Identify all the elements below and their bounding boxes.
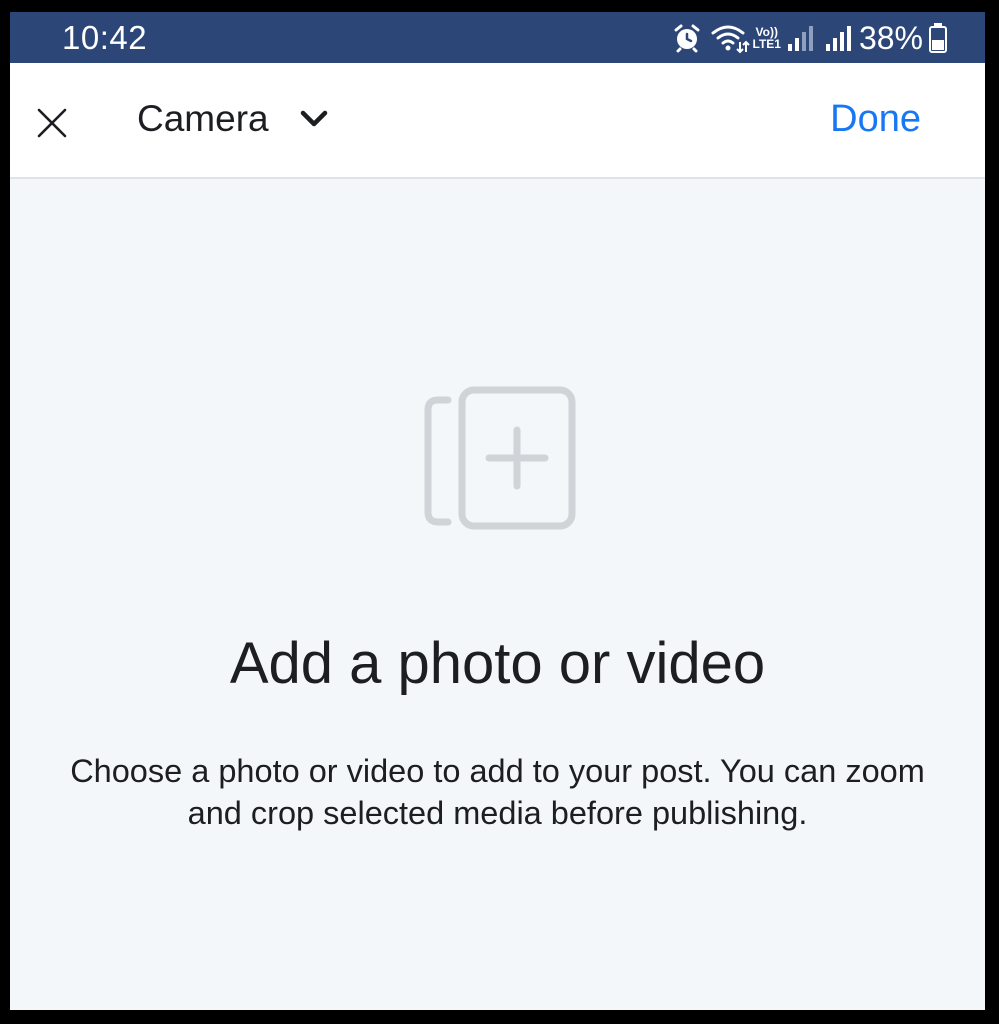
alarm-icon <box>674 24 699 53</box>
status-icons: Vo)) LTE1 38% <box>672 19 947 57</box>
close-icon[interactable] <box>32 103 72 143</box>
signal-sim1-icon <box>787 26 813 51</box>
battery-percent: 38% <box>858 20 923 56</box>
done-button[interactable]: Done <box>830 97 921 141</box>
status-time: 10:42 <box>62 19 148 56</box>
add-media-icon <box>424 386 576 530</box>
app-bar: Camera Done <box>10 63 985 179</box>
empty-state-title: Add a photo or video <box>229 631 766 696</box>
status-bar: 10:42 Vo)) LTE1 38% <box>10 12 985 63</box>
chevron-down-icon <box>300 110 327 127</box>
signal-sim2-icon <box>825 26 851 51</box>
source-label: Camera <box>137 98 269 139</box>
battery-icon <box>929 23 947 53</box>
volte-bottom-label: LTE1 <box>752 37 781 51</box>
empty-state-description: Choose a photo or video to add to your p… <box>70 753 925 831</box>
volte-icon: Vo)) LTE1 <box>753 26 781 50</box>
source-dropdown[interactable]: Camera <box>137 97 329 141</box>
wifi-icon <box>711 25 750 54</box>
screen: 10:42 Vo)) LTE1 38% Camera Done Add a ph… <box>10 12 985 1010</box>
